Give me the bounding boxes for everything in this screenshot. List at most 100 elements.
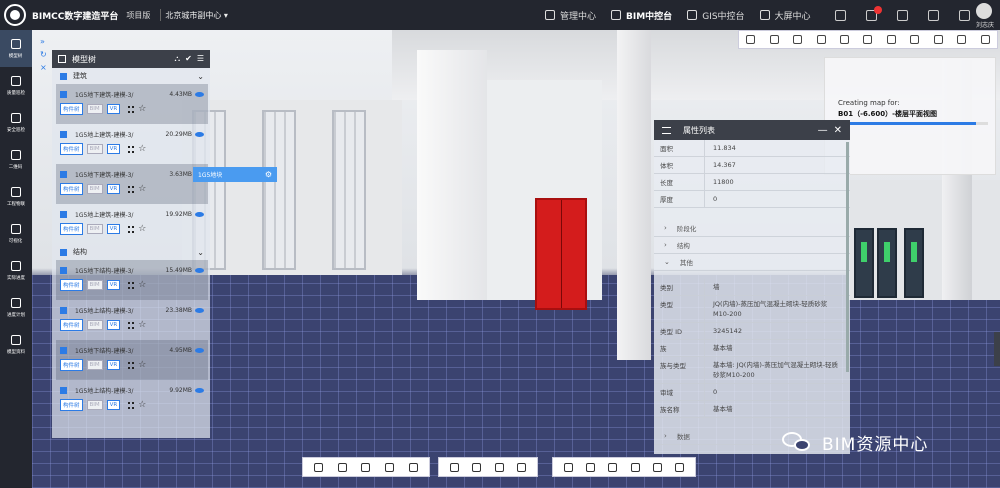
book-icon[interactable] [793,35,803,44]
vr-button[interactable]: VR [106,104,121,114]
tree-group-structure[interactable]: 结构 ⌄ [52,244,210,260]
attachment-icon[interactable] [840,35,850,44]
close-icon[interactable]: ✕ [834,125,842,136]
bim-tag[interactable]: BIM [86,104,103,114]
nav-dashboard-center[interactable]: 大屏中心 [759,9,811,22]
document-icon[interactable] [517,462,527,472]
sidebar-item-qrcode[interactable]: 二维码 [0,141,32,178]
eye-icon[interactable] [195,211,204,217]
grid-icon[interactable] [128,281,135,289]
frame-icon[interactable] [472,462,482,472]
nav-bim-console[interactable]: BIM中控台 [611,9,672,22]
bim-tag[interactable]: BIM [86,224,103,234]
chevron-down-icon[interactable]: ⌄ [197,72,204,81]
nav-management-center[interactable]: 管理中心 [545,9,596,22]
group-checkbox[interactable] [60,72,67,80]
component-tree-button[interactable]: 构件树 [60,183,83,195]
grid-icon[interactable] [128,105,135,113]
selected-door-model[interactable] [535,198,587,310]
list-item[interactable]: 1G5地下结构-建模-3/4.95MB 构件树 BIM VR ☆ [56,340,208,380]
person-icon[interactable] [314,462,324,472]
filter-icon[interactable] [957,35,967,44]
city-selector[interactable]: 北京城市副中心 [165,10,221,21]
layers-icon[interactable] [746,35,756,44]
grid-icon[interactable] [128,361,135,369]
vr-button[interactable]: VR [106,400,121,410]
item-checkbox[interactable] [60,130,67,138]
bim-tag[interactable]: BIM [86,320,103,330]
section-structure[interactable]: › 结构 [654,237,850,254]
item-checkbox[interactable] [60,210,67,218]
bim-tag[interactable]: BIM [86,360,103,370]
scene-door[interactable] [854,228,874,298]
grid-icon[interactable] [128,145,135,153]
flag-icon[interactable] [933,35,943,44]
item-checkbox[interactable] [60,306,67,314]
minimize-icon[interactable]: — [818,125,828,136]
fullscreen-icon[interactable] [652,462,662,472]
gear-icon[interactable]: ⚙ [265,170,272,179]
tag-icon[interactable] [886,35,896,44]
eye-icon[interactable] [195,267,204,273]
tree-group-architecture[interactable]: 建筑 ⌄ [52,68,210,84]
sidebar-item-iot[interactable]: 工程物联 [0,178,32,215]
vr-button[interactable]: VR [106,320,121,330]
bim-tag[interactable]: BIM [86,280,103,290]
star-icon[interactable]: ☆ [138,104,146,114]
pentagon-icon[interactable] [361,462,371,472]
component-tree-button[interactable]: 构件树 [60,279,83,291]
sidebar-item-safety[interactable]: 安全巡检 [0,104,32,141]
eye-icon[interactable] [195,307,204,313]
sidebar-item-progress[interactable]: 实际进度 [0,252,32,289]
vr-button[interactable]: VR [106,280,121,290]
sidebar-item-quality[interactable]: 质量巡检 [0,67,32,104]
item-checkbox[interactable] [60,90,67,98]
component-tree-button[interactable]: 构件树 [60,359,83,371]
eye-icon[interactable] [195,91,204,97]
measure-icon[interactable] [494,462,504,472]
component-tree-button[interactable]: 构件树 [60,103,83,115]
refresh-icon[interactable]: ↻ [40,50,50,63]
section-phasing[interactable]: › 阶段化 [654,220,850,237]
bim-tag[interactable]: BIM [86,400,103,410]
nav-gis-console[interactable]: GIS中控台 [687,9,745,22]
box-section-icon[interactable] [449,462,459,472]
fullscreen-icon[interactable] [959,9,970,21]
sidebar-item-plan[interactable]: 进度计划 [0,289,32,326]
avatar[interactable] [976,3,992,19]
vr-button[interactable]: VR [106,224,121,234]
list-item[interactable]: 1G5地下建筑-建模-3/4.43MB 构件树 BIM VR ☆ [56,84,208,124]
star-icon[interactable]: ☆ [138,224,146,234]
star-icon[interactable]: ☆ [138,400,146,410]
star-icon[interactable]: ☆ [138,144,146,154]
grid-icon[interactable] [128,185,135,193]
bim-tag[interactable]: BIM [86,184,103,194]
tree-structure-icon[interactable] [408,462,418,472]
star-icon[interactable]: ☆ [138,320,146,330]
sidebar-item-model-tree[interactable]: 模型树 [0,30,32,67]
list-item[interactable]: 1G5地下结构-建模-3/15.49MB 构件树 BIM VR ☆ [56,260,208,300]
grid-icon[interactable] [128,321,135,329]
eye-icon[interactable] [608,462,618,472]
list-item[interactable]: 1G5地上结构-建模-3/9.92MB 构件树 BIM VR ☆ [56,380,208,420]
grid-icon[interactable] [128,401,135,409]
chevron-down-icon[interactable]: ▾ [221,11,228,20]
notification-icon[interactable] [866,5,882,21]
properties-scrollbar[interactable] [846,142,849,372]
grid-icon[interactable] [128,225,135,233]
vr-button[interactable]: VR [106,184,121,194]
chevron-down-icon[interactable]: ⌄ [197,248,204,257]
component-tree-button[interactable]: 构件树 [60,143,83,155]
copy-icon[interactable] [630,462,640,472]
cube-view-icon[interactable] [385,462,395,472]
eye-icon[interactable] [195,347,204,353]
list-icon[interactable]: ☰ [197,54,204,64]
document-icon[interactable] [816,35,826,44]
expand-icon[interactable]: » [40,37,50,50]
hide-icon[interactable] [585,462,595,472]
group-checkbox[interactable] [60,248,67,256]
star-icon[interactable]: ☆ [138,280,146,290]
model-hover-label[interactable]: 1G5地块 ⚙ [193,167,277,182]
list-item[interactable]: 1G5地上建筑-建模-3/20.29MB 构件树 BIM VR ☆ [56,124,208,164]
mail-icon[interactable] [835,9,846,21]
